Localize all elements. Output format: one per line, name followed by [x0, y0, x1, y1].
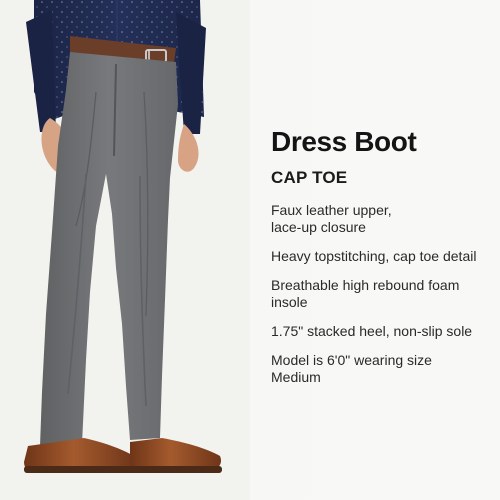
product-copy: Dress Boot CAP TOE Faux leather upper, l…: [271, 126, 489, 398]
feature-item: Model is 6'0" wearing size Medium: [271, 352, 489, 386]
feature-line: Faux leather upper,: [271, 202, 392, 218]
feature-item: Heavy topstitching, cap toe detail: [271, 248, 489, 265]
feature-line: Heavy topstitching, cap toe detail: [271, 248, 477, 264]
feature-line: Breathable high rebound foam: [271, 277, 460, 293]
feature-line: insole: [271, 294, 308, 310]
model-photo: [0, 0, 250, 500]
feature-item: Faux leather upper, lace-up closure: [271, 202, 489, 236]
product-title: Dress Boot: [271, 126, 417, 157]
feature-line: Medium: [271, 369, 321, 385]
product-subtitle: CAP TOE: [271, 168, 348, 187]
feature-line: 1.75" stacked heel, non-slip sole: [271, 323, 473, 339]
feature-line: Model is 6'0" wearing size: [271, 352, 432, 368]
feature-list: Faux leather upper, lace-up closure Heav…: [271, 202, 489, 386]
feature-item: 1.75" stacked heel, non-slip sole: [271, 323, 489, 340]
feature-line: lace-up closure: [271, 219, 366, 235]
product-page: Dress Boot CAP TOE Faux leather upper, l…: [0, 0, 500, 500]
feature-item: Breathable high rebound foam insole: [271, 277, 489, 311]
